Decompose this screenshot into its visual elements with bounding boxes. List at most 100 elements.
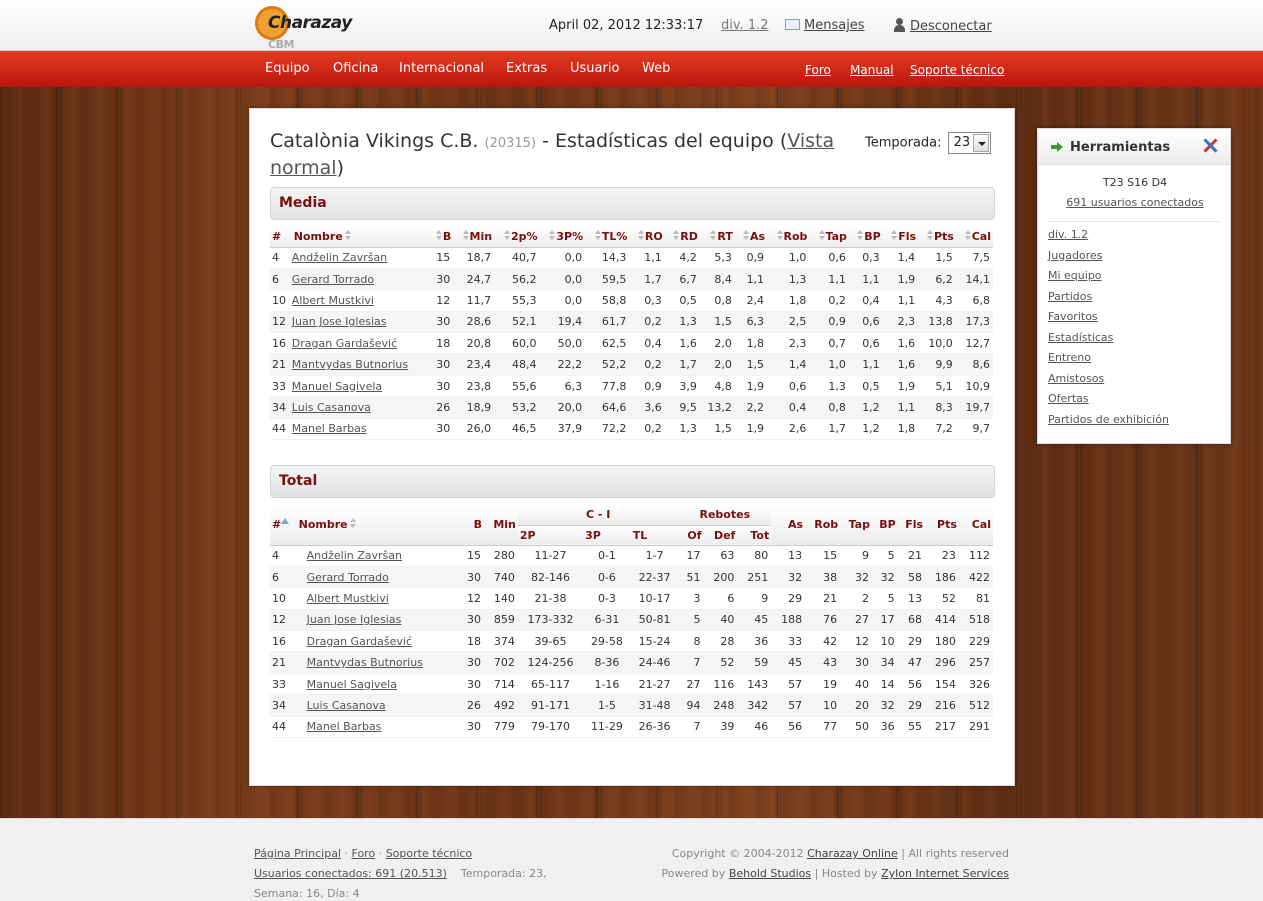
column-header[interactable]: Rob	[767, 227, 810, 248]
player-link[interactable]: Dragan Gardašević	[307, 635, 412, 648]
player-link[interactable]: Luis Casanova	[307, 699, 386, 712]
player-link[interactable]: Gerard Torrado	[307, 571, 389, 584]
zylon-link[interactable]: Zylon Internet Services	[881, 867, 1009, 880]
column-header[interactable]: BP	[848, 227, 883, 248]
sort-icon[interactable]	[594, 230, 602, 241]
column-header[interactable]: 3P%	[539, 227, 586, 248]
charazay-link[interactable]: Charazay Online	[807, 847, 898, 860]
column-header[interactable]: Fls	[882, 227, 919, 248]
column-header[interactable]: TL%	[585, 227, 630, 248]
sort-icon[interactable]	[776, 230, 784, 241]
sort-icon[interactable]	[673, 230, 680, 241]
player-link[interactable]: Andželin Završan	[307, 549, 402, 562]
player-link[interactable]: Juan Jose Iglesias	[292, 315, 387, 328]
player-link[interactable]: Juan Jose Iglesias	[307, 613, 402, 626]
sidebar-link[interactable]: Amistosos	[1048, 372, 1104, 385]
users-online-link[interactable]: 691 usuarios conectados	[1066, 196, 1204, 209]
sort-icon[interactable]	[349, 518, 357, 529]
player-link[interactable]: Mantvydas Butnorius	[292, 358, 408, 371]
column-header[interactable]: #	[270, 505, 297, 546]
nav-usuario[interactable]: Usuario	[570, 61, 619, 76]
column-header[interactable]: 2p%	[494, 227, 540, 248]
player-link[interactable]: Andželin Završan	[292, 251, 387, 264]
column-header[interactable]: 2P	[517, 525, 584, 546]
footer-users-link[interactable]: Usuarios conectados: 691 (20.513)	[254, 867, 447, 880]
column-header[interactable]: B	[428, 227, 454, 248]
sort-ascending-icon[interactable]	[281, 518, 290, 525]
nav-web[interactable]: Web	[642, 61, 670, 76]
sidebar-link[interactable]: Partidos	[1048, 290, 1092, 303]
nav-soporte[interactable]: Soporte técnico	[910, 63, 1004, 77]
season-select[interactable]: 23	[947, 132, 991, 154]
sidebar-link[interactable]: div. 1.2	[1048, 228, 1088, 241]
nav-manual[interactable]: Manual	[850, 63, 894, 77]
column-header[interactable]: RD	[664, 227, 700, 248]
sort-icon[interactable]	[926, 230, 934, 241]
messages-label[interactable]: Mensajes	[804, 18, 865, 33]
sort-icon[interactable]	[637, 230, 645, 241]
column-header[interactable]: Tot	[737, 525, 772, 546]
logout-link[interactable]: Desconectar	[893, 18, 992, 34]
column-header[interactable]: As	[734, 227, 768, 248]
sort-icon[interactable]	[435, 230, 443, 241]
logout-label[interactable]: Desconectar	[910, 19, 992, 34]
player-link[interactable]: Manuel Sagivela	[292, 380, 382, 393]
nav-foro[interactable]: Foro	[805, 63, 831, 77]
footer-home-link[interactable]: Página Principal	[254, 847, 341, 860]
sort-icon[interactable]	[344, 230, 352, 241]
column-header[interactable]: Nombre	[291, 227, 429, 248]
footer-support-link[interactable]: Soporte técnico	[386, 847, 472, 860]
sidebar-link[interactable]: Jugadores	[1048, 249, 1102, 262]
player-link[interactable]: Manel Barbas	[292, 422, 367, 435]
player-link[interactable]: Albert Mustkivi	[307, 592, 389, 605]
sort-icon[interactable]	[891, 230, 898, 241]
sidebar-link[interactable]: Estadísticas	[1048, 331, 1113, 344]
nav-internacional[interactable]: Internacional	[399, 61, 484, 76]
column-header[interactable]: RO	[629, 227, 665, 248]
division-link[interactable]: div. 1.2	[721, 18, 769, 33]
sort-icon[interactable]	[857, 230, 864, 241]
sort-icon[interactable]	[462, 230, 470, 241]
column-header[interactable]: Tap	[840, 505, 872, 546]
player-link[interactable]: Manuel Sagivela	[307, 678, 397, 691]
player-link[interactable]: Mantvydas Butnorius	[307, 656, 423, 669]
column-header[interactable]: As	[771, 505, 806, 546]
column-header[interactable]: 3P	[583, 525, 631, 546]
chevron-down-icon[interactable]	[972, 134, 989, 152]
column-header[interactable]: Min	[453, 227, 495, 248]
sidebar-link[interactable]: Mi equipo	[1048, 269, 1102, 282]
nav-oficina[interactable]: Oficina	[333, 61, 378, 76]
nav-equipo[interactable]: Equipo	[265, 61, 310, 76]
sort-icon[interactable]	[743, 230, 750, 241]
player-link[interactable]: Dragan Gardašević	[292, 337, 397, 350]
sort-icon[interactable]	[549, 230, 556, 241]
column-header[interactable]: Nombre	[296, 505, 459, 546]
column-header[interactable]: Cal	[958, 505, 993, 546]
player-link[interactable]: Luis Casanova	[292, 401, 371, 414]
charazay-logo[interactable]: Charazay CBM	[255, 6, 375, 51]
column-header[interactable]: Cal	[955, 227, 993, 248]
column-header[interactable]: Tap	[809, 227, 849, 248]
sidebar-link[interactable]: Favoritos	[1048, 310, 1098, 323]
column-header[interactable]: Rob	[805, 505, 841, 546]
column-header[interactable]: RT	[699, 227, 735, 248]
column-header[interactable]: BP	[871, 505, 898, 546]
footer-forum-link[interactable]: Foro	[352, 847, 376, 860]
column-header[interactable]: TL	[630, 525, 679, 546]
column-header[interactable]: Pts	[918, 227, 956, 248]
player-link[interactable]: Manel Barbas	[307, 720, 382, 733]
column-header[interactable]: Pts	[925, 505, 959, 546]
sort-icon[interactable]	[710, 230, 717, 241]
column-header[interactable]: Fls	[897, 505, 926, 546]
sidebar-link[interactable]: Partidos de exhibición	[1048, 413, 1169, 426]
sort-icon[interactable]	[964, 230, 972, 241]
sidebar-link[interactable]: Entreno	[1048, 351, 1091, 364]
player-link[interactable]: Gerard Torrado	[292, 273, 374, 286]
behold-link[interactable]: Behold Studios	[729, 867, 811, 880]
player-link[interactable]: Albert Mustkivi	[292, 294, 374, 307]
sort-icon[interactable]	[503, 230, 511, 241]
nav-extras[interactable]: Extras	[506, 61, 547, 76]
column-header[interactable]: #	[270, 227, 292, 248]
messages-link[interactable]: Mensajes	[785, 18, 865, 33]
column-header[interactable]: B	[458, 505, 485, 546]
